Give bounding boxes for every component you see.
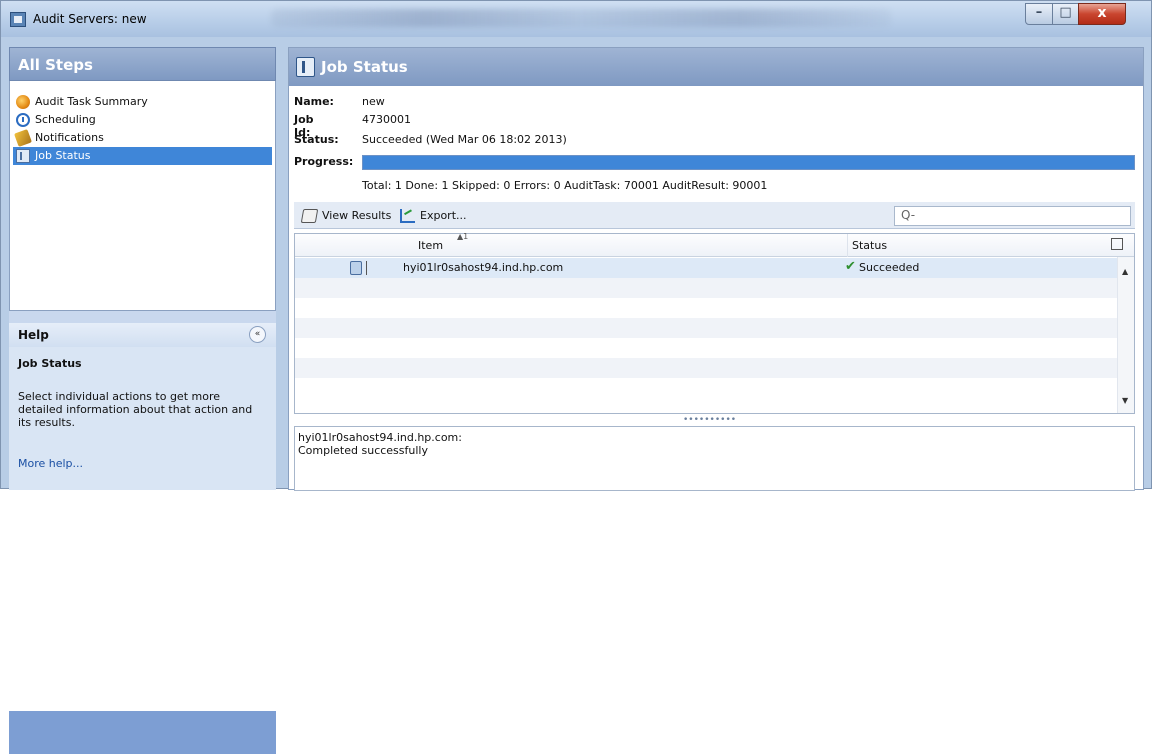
details-pane: hyi01lr0sahost94.ind.hp.com: Completed s…	[294, 426, 1135, 491]
view-results-label: View Results	[322, 209, 392, 222]
sidebar-item-label: Notifications	[35, 131, 104, 144]
steps-header-label: All Steps	[18, 56, 93, 74]
column-separator[interactable]	[847, 234, 848, 257]
help-text: Select individual actions to get more de…	[18, 390, 253, 429]
clock-icon	[16, 113, 30, 127]
job-summary: Total: 1 Done: 1 Skipped: 0 Errors: 0 Au…	[362, 179, 768, 192]
column-header-status[interactable]: Status	[852, 239, 887, 252]
steps-list: Audit Task Summary Scheduling Notificati…	[9, 81, 276, 311]
status-label: Status:	[294, 133, 339, 146]
maximize-button[interactable]: □	[1052, 3, 1079, 25]
details-host: hyi01lr0sahost94.ind.hp.com:	[298, 431, 462, 444]
notification-icon	[14, 129, 32, 147]
job-status-icon	[16, 149, 30, 163]
table-row[interactable]: hyi01lr0sahost94.ind.hp.com ✔ Succeeded	[295, 258, 1117, 278]
row-item: hyi01lr0sahost94.ind.hp.com	[403, 261, 564, 274]
job-status-title: Job Status	[321, 58, 408, 76]
export-button[interactable]: Export...	[400, 208, 467, 224]
table-header: ▲1 Item Status	[295, 232, 1134, 257]
export-icon	[400, 209, 415, 223]
results-table: ▲1 Item Status hyi01lr0sahost94.ind.hp.c…	[294, 232, 1135, 414]
job-status-icon	[296, 57, 315, 77]
sidebar-item-label: Audit Task Summary	[35, 95, 148, 108]
audit-servers-window: Audit Servers: new – □ x All Steps Audit…	[0, 0, 1152, 754]
empty-row	[295, 278, 1117, 298]
column-chooser-icon[interactable]	[1111, 238, 1123, 250]
empty-row	[295, 378, 1117, 398]
empty-row	[295, 298, 1117, 318]
close-button[interactable]: x	[1078, 3, 1126, 25]
title-bar[interactable]: Audit Servers: new – □ x	[1, 1, 1151, 37]
sidebar-item-job-status[interactable]: Job Status	[13, 147, 272, 165]
empty-row	[295, 358, 1117, 378]
job-id-value: 4730001	[362, 113, 411, 126]
app-icon	[10, 12, 26, 27]
scroll-up-icon[interactable]: ▲	[1122, 267, 1128, 276]
audit-task-summary-icon	[16, 95, 30, 109]
help-title: Job Status	[18, 357, 82, 370]
export-label: Export...	[420, 209, 467, 222]
sort-indicator: ▲1	[457, 232, 469, 241]
help-body: Job Status Select individual actions to …	[9, 347, 276, 490]
name-value: new	[362, 95, 385, 108]
maximize-icon: □	[1059, 5, 1072, 20]
server-icon	[350, 261, 367, 275]
progress-label: Progress:	[294, 155, 354, 168]
window-title: Audit Servers: new	[33, 12, 147, 26]
steps-panel: All Steps Audit Task Summary Scheduling …	[9, 47, 276, 754]
scroll-down-icon[interactable]: ▼	[1122, 396, 1128, 405]
column-header-item[interactable]: Item	[418, 239, 443, 252]
sidebar-item-audit-task-summary[interactable]: Audit Task Summary	[13, 93, 272, 111]
results-toolbar: View Results Export... Q-	[294, 202, 1135, 229]
collapse-icon[interactable]: «	[249, 326, 266, 343]
more-help-link[interactable]: More help...	[18, 457, 83, 470]
minimize-button[interactable]: –	[1025, 3, 1053, 25]
empty-row	[295, 318, 1117, 338]
search-input[interactable]	[917, 208, 1127, 224]
steps-header: All Steps	[9, 47, 276, 81]
table-scrollbar[interactable]: ▲ ▼	[1117, 257, 1134, 413]
sidebar-item-label: Job Status	[35, 149, 91, 162]
job-status-panel: Job Status Name: new Job Id: 4730001 Sta…	[288, 47, 1144, 491]
help-footer	[9, 711, 276, 754]
minimize-icon: –	[1035, 5, 1043, 20]
search-box[interactable]: Q-	[894, 206, 1131, 226]
row-status-label: Succeeded	[859, 261, 920, 274]
help-header-label: Help	[18, 328, 49, 342]
close-icon: x	[1097, 5, 1107, 21]
row-status: ✔ Succeeded	[845, 259, 920, 274]
blurred-title-region	[271, 9, 891, 27]
check-icon: ✔	[845, 259, 856, 274]
details-message: Completed successfully	[298, 444, 428, 457]
job-status-header: Job Status	[289, 48, 1143, 86]
view-results-button[interactable]: View Results	[300, 208, 392, 224]
sidebar-item-scheduling[interactable]: Scheduling	[13, 111, 272, 129]
help-panel: Help « Job Status Select individual acti…	[9, 311, 276, 754]
status-value: Succeeded (Wed Mar 06 18:02 2013)	[362, 133, 567, 146]
view-results-icon	[300, 209, 319, 223]
search-icon: Q-	[901, 208, 916, 222]
empty-row	[295, 338, 1117, 358]
sidebar-item-label: Scheduling	[35, 113, 96, 126]
sidebar-item-notifications[interactable]: Notifications	[13, 129, 272, 147]
help-header: Help «	[9, 323, 276, 347]
pane-splitter[interactable]: ••••••••••	[683, 415, 736, 425]
progress-bar	[362, 155, 1135, 170]
name-label: Name:	[294, 95, 334, 108]
